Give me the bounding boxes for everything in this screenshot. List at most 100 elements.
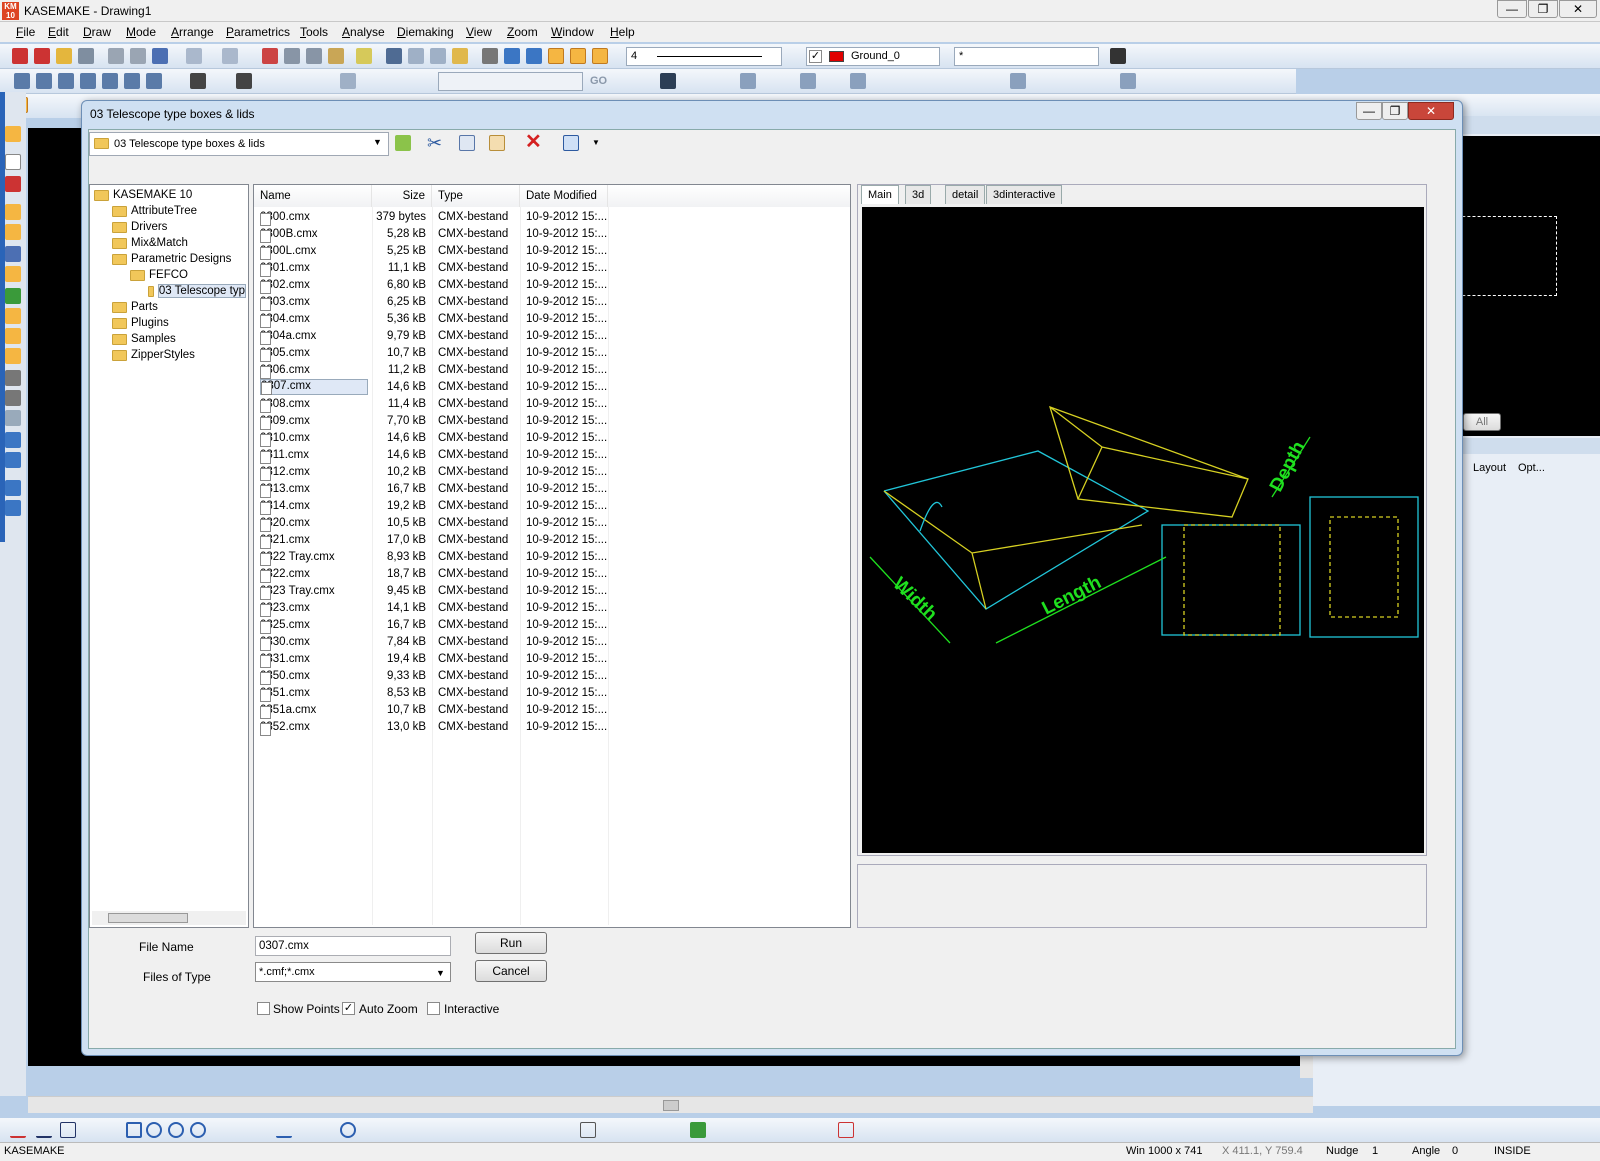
preview-canvas[interactable]: Width Length Depth — [862, 207, 1424, 853]
file-row[interactable]: 0330.cmx 7,84 kB CMX-bestand 10-9-2012 15:.… — [254, 634, 609, 651]
zoom-icon[interactable] — [386, 48, 402, 64]
tree-tool-icon[interactable] — [690, 1122, 706, 1138]
ruler-tool-icon[interactable] — [5, 370, 21, 386]
menu-zoom[interactable]: Zoom — [507, 25, 538, 39]
menu-diemaking[interactable]: Diemaking — [397, 25, 454, 39]
compass-tool-icon[interactable] — [5, 390, 21, 406]
people-icon[interactable] — [1010, 73, 1026, 89]
save-icon[interactable] — [78, 48, 94, 64]
tree-node[interactable]: KASEMAKE 10 — [94, 187, 246, 203]
column-header-date[interactable]: Date Modified — [520, 185, 608, 207]
file-row[interactable]: 0312.cmx 10,2 kB CMX-bestand 10-9-2012 15:.… — [254, 464, 609, 481]
tree-node[interactable]: Plugins — [94, 315, 246, 331]
view-mode-icon[interactable] — [563, 135, 579, 151]
folder-up-icon[interactable] — [395, 135, 411, 151]
menu-parametrics[interactable]: Parametrics — [226, 25, 290, 39]
tree-node[interactable]: FEFCO — [94, 267, 246, 283]
copy-icon[interactable] — [306, 48, 322, 64]
layers-tool-icon[interactable] — [5, 432, 21, 448]
envelope-tool-icon[interactable] — [580, 1122, 596, 1138]
mirror-icon[interactable] — [124, 73, 140, 89]
print-icon[interactable] — [108, 48, 124, 64]
run-button[interactable]: Run — [475, 932, 547, 954]
measure-icon[interactable] — [800, 73, 816, 89]
phi-icon[interactable] — [548, 48, 564, 64]
pallet-tool-icon[interactable] — [5, 328, 21, 344]
3d-tool-icon[interactable] — [5, 288, 21, 304]
file-row[interactable]: 0300L.cmx 5,25 kB CMX-bestand 10-9-2012 15:… — [254, 243, 609, 260]
menu-arrange[interactable]: Arrange — [171, 25, 214, 39]
open-folder-icon[interactable] — [56, 48, 72, 64]
window-icon[interactable] — [570, 48, 586, 64]
file-row[interactable]: 0301.cmx 11,1 kB CMX-bestand 10-9-2012 15:.… — [254, 260, 609, 277]
pointer-tool-icon[interactable] — [152, 48, 168, 64]
file-row[interactable]: 0302.cmx 6,80 kB CMX-bestand 10-9-2012 15:.… — [254, 277, 609, 294]
layers-icon[interactable] — [504, 48, 520, 64]
arrow-icon[interactable] — [36, 73, 52, 89]
file-row[interactable]: 0304.cmx 5,36 kB CMX-bestand 10-9-2012 15:.… — [254, 311, 609, 328]
preview-tab-detail[interactable]: detail — [945, 185, 986, 204]
tab-options[interactable]: Opt... — [1518, 462, 1545, 474]
group-icon[interactable] — [80, 73, 96, 89]
bezier-tool-icon[interactable] — [276, 1122, 292, 1138]
paste-icon[interactable] — [328, 48, 344, 64]
rectangle-tool-icon[interactable] — [126, 1122, 142, 1138]
file-row[interactable]: 0331.cmx 19,4 kB CMX-bestand 10-9-2012 15:.… — [254, 651, 609, 668]
pencil-tool-icon[interactable] — [5, 224, 21, 240]
angle-tool-icon[interactable] — [60, 1122, 76, 1138]
file-row[interactable]: 0323 Tray.cmx 9,45 kB CMX-bestand 10-9-2012… — [254, 583, 609, 600]
file-row[interactable]: 0314.cmx 19,2 kB CMX-bestand 10-9-2012 15:.… — [254, 498, 609, 515]
close-button[interactable]: ✕ — [1559, 0, 1597, 18]
delete-icon[interactable]: ✕ — [525, 132, 542, 152]
trim-icon[interactable] — [850, 73, 866, 89]
overview-pane[interactable] — [1443, 136, 1600, 436]
fillet-tool-icon[interactable] — [340, 1122, 356, 1138]
align-icon[interactable] — [14, 73, 30, 89]
file-row[interactable]: 0308.cmx 11,4 kB CMX-bestand 10-9-2012 15:.… — [254, 396, 609, 413]
file-row[interactable]: 0304a.cmx 9,79 kB CMX-bestand 10-9-2012 15:… — [254, 328, 609, 345]
figure-tool-icon[interactable] — [5, 246, 21, 262]
file-row[interactable]: 0322.cmx 18,7 kB CMX-bestand 10-9-2012 15:.… — [254, 566, 609, 583]
dialog-minimize-button[interactable]: — — [1356, 102, 1382, 120]
corner-icon[interactable] — [236, 73, 252, 89]
menu-tools[interactable]: Tools — [300, 25, 328, 39]
brush-icon[interactable] — [452, 48, 468, 64]
paste-icon[interactable] — [489, 135, 505, 151]
view-mode-dropdown-icon[interactable]: ▼ — [592, 138, 600, 147]
layer-select[interactable]: ✓ Ground_0 — [806, 47, 940, 66]
table-tool-icon[interactable] — [5, 480, 21, 496]
report-tool-icon[interactable] — [5, 348, 21, 364]
delete-icon[interactable] — [262, 48, 278, 64]
path-combo[interactable]: 03 Telescope type boxes & lids ▼ — [89, 132, 389, 156]
cut-icon[interactable] — [284, 48, 300, 64]
tree-node[interactable]: Parametric Designs — [94, 251, 246, 267]
column-header-size[interactable]: Size — [372, 185, 432, 207]
file-row[interactable]: 0323.cmx 14,1 kB CMX-bestand 10-9-2012 15:.… — [254, 600, 609, 617]
tree-horizontal-scrollbar[interactable] — [92, 911, 246, 925]
chart-icon[interactable] — [526, 48, 542, 64]
dimension-icon[interactable] — [740, 73, 756, 89]
eraser-tool-icon[interactable] — [838, 1122, 854, 1138]
column-header-type[interactable]: Type — [432, 185, 520, 207]
menu-help[interactable]: Help — [610, 25, 635, 39]
file-row[interactable]: 0303.cmx 6,25 kB CMX-bestand 10-9-2012 15:.… — [254, 294, 609, 311]
building-icon[interactable] — [190, 73, 206, 89]
file-row[interactable]: 0311.cmx 14,6 kB CMX-bestand 10-9-2012 15:.… — [254, 447, 609, 464]
undo-icon[interactable] — [186, 48, 202, 64]
menu-draw[interactable]: Draw — [83, 25, 111, 39]
overview-viewport[interactable] — [1447, 216, 1557, 296]
stack-tool-icon[interactable] — [5, 452, 21, 468]
new-3d-icon[interactable] — [34, 48, 50, 64]
menu-view[interactable]: View — [466, 25, 492, 39]
tree-node[interactable]: Samples — [94, 331, 246, 347]
zoom-out-icon[interactable] — [430, 48, 446, 64]
preview-tab-3d[interactable]: 3d — [905, 185, 932, 204]
preview-tab-3dinteractive[interactable]: 3dinteractive — [986, 185, 1063, 204]
select-tool-icon[interactable] — [5, 126, 21, 142]
filter-select[interactable]: * — [954, 47, 1099, 66]
minimize-button[interactable]: — — [1497, 0, 1527, 18]
tree-node[interactable]: ZipperStyles — [94, 347, 246, 363]
file-name-input[interactable]: 0307.cmx — [255, 936, 451, 956]
file-row[interactable]: 0300B.cmx 5,28 kB CMX-bestand 10-9-2012 15:… — [254, 226, 609, 243]
menu-edit[interactable]: Edit — [48, 25, 69, 39]
